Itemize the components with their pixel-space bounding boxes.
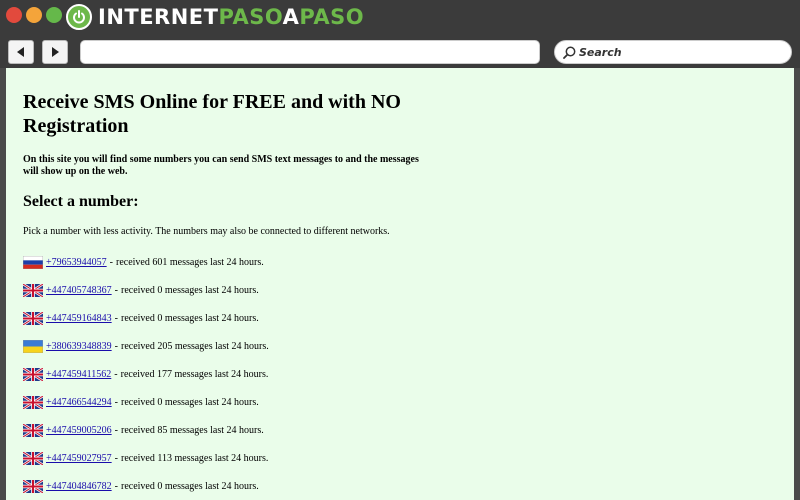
activity-text: received 601 messages last 24 hours. [115,256,264,268]
number-row: +447405748367 - received 0 messages last… [23,276,443,304]
search-box[interactable]: Search [554,40,792,64]
page-content: Receive SMS Online for FREE and with NO … [0,68,800,500]
intro-text: On this site you will find some numbers … [23,154,419,177]
flag-uk-icon-wrapper [23,283,46,297]
address-bar[interactable] [80,40,540,64]
pick-instructions: Pick a number with less activity. The nu… [23,226,390,237]
separator: - [114,312,118,324]
logo-text-a: A [282,5,300,29]
site-logo: INTERNETPASOAPASO [66,3,364,31]
flag-ua-icon-wrapper [23,339,46,353]
activity-text: received 0 messages last 24 hours. [120,396,259,408]
browser-toolbar: Search [0,36,800,68]
phone-number-link[interactable]: +447459411562 [46,369,111,380]
power-icon [66,4,92,30]
flag-ru-icon-wrapper [23,255,46,269]
search-icon [563,46,576,59]
flag-uk-icon [23,479,43,493]
number-row: +447459411562 - received 177 messages la… [23,360,443,388]
number-row: +380639348839 - received 205 messages la… [23,332,443,360]
separator: - [114,480,118,492]
flag-uk-icon-wrapper [23,479,46,493]
activity-text: received 0 messages last 24 hours. [120,480,259,492]
separator: - [114,284,118,296]
number-list: +79653944057 - received 601 messages las… [23,248,443,500]
number-row: +447404846782 - received 0 messages last… [23,472,443,500]
back-arrow-icon [17,47,24,57]
activity-text: received 85 messages last 24 hours. [120,424,264,436]
number-row: +447459027957 - received 113 messages la… [23,444,443,472]
forward-button[interactable] [42,40,68,64]
flag-uk-icon-wrapper [23,367,46,381]
number-row: +447459164843 - received 0 messages last… [23,304,443,332]
phone-number-link[interactable]: +447405748367 [46,285,112,296]
phone-number-link[interactable]: +380639348839 [46,341,112,352]
separator: - [114,340,118,352]
flag-uk-icon [23,451,43,465]
maximize-window-button[interactable] [46,7,62,23]
phone-number-link[interactable]: +447459027957 [46,453,112,464]
page-title: Receive SMS Online for FREE and with NO … [23,91,401,137]
number-row: +447466544294 - received 0 messages last… [23,388,443,416]
flag-uk-icon [23,395,43,409]
forward-arrow-icon [52,47,59,57]
activity-text: received 205 messages last 24 hours. [120,340,269,352]
phone-number-link[interactable]: +79653944057 [46,257,107,268]
logo-text-paso: PASO [218,5,283,29]
flag-ru-icon [23,255,43,269]
phone-number-link[interactable]: +447459005206 [46,425,112,436]
phone-number-link[interactable]: +447404846782 [46,481,112,492]
number-row: +447459005206 - received 85 messages las… [23,416,443,444]
separator: - [109,256,113,268]
activity-text: received 0 messages last 24 hours. [120,284,259,296]
flag-uk-icon-wrapper [23,395,46,409]
section-heading: Select a number: [23,193,139,210]
search-placeholder: Search [579,45,622,59]
flag-uk-icon [23,311,43,325]
separator: - [114,452,118,464]
phone-number-link[interactable]: +447466544294 [46,397,112,408]
activity-text: received 113 messages last 24 hours. [120,452,269,464]
close-window-button[interactable] [6,7,22,23]
flag-ua-icon [23,339,43,353]
logo-text-paso-2: PASO [299,5,365,29]
window-title-bar: INTERNETPASOAPASO [0,0,800,36]
minimize-window-button[interactable] [26,7,42,23]
activity-text: received 177 messages last 24 hours. [120,368,269,380]
separator: - [114,368,118,380]
flag-uk-icon-wrapper [23,423,46,437]
phone-number-link[interactable]: +447459164843 [46,313,112,324]
back-button[interactable] [8,40,34,64]
number-row: +79653944057 - received 601 messages las… [23,248,443,276]
logo-text-internet: INTERNET [98,5,219,29]
flag-uk-icon-wrapper [23,451,46,465]
flag-uk-icon-wrapper [23,311,46,325]
activity-text: received 0 messages last 24 hours. [120,312,259,324]
separator: - [114,424,118,436]
flag-uk-icon [23,367,43,381]
separator: - [114,396,118,408]
flag-uk-icon [23,283,43,297]
flag-uk-icon [23,423,43,437]
